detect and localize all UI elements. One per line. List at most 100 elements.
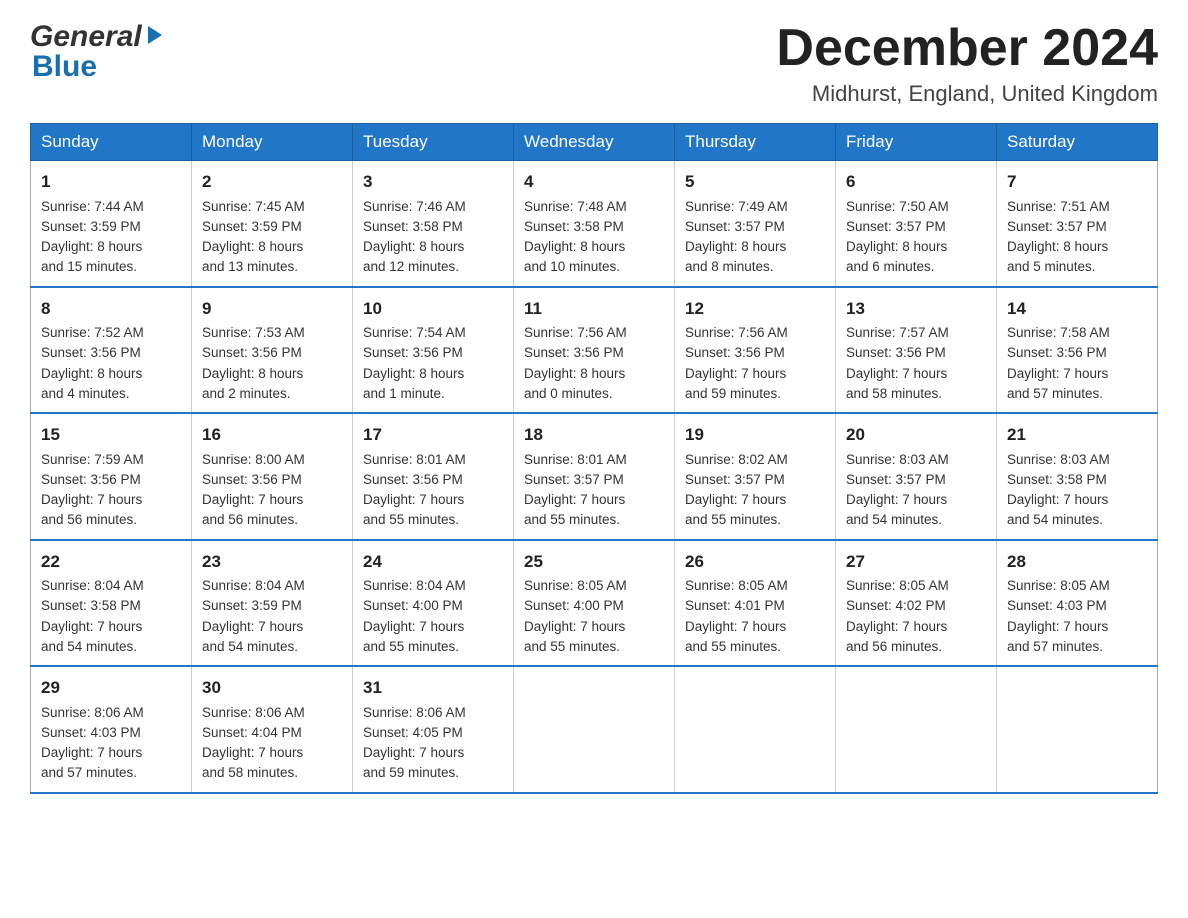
day-info: Sunrise: 7:48 AM Sunset: 3:58 PM Dayligh… bbox=[524, 197, 664, 278]
day-number: 17 bbox=[363, 422, 503, 448]
sunset-text: Sunset: 4:00 PM bbox=[363, 598, 463, 613]
calendar-cell: 18 Sunrise: 8:01 AM Sunset: 3:57 PM Dayl… bbox=[514, 413, 675, 540]
calendar-week-row: 29 Sunrise: 8:06 AM Sunset: 4:03 PM Dayl… bbox=[31, 666, 1158, 793]
day-number: 26 bbox=[685, 549, 825, 575]
sunrise-text: Sunrise: 7:44 AM bbox=[41, 199, 144, 214]
calendar-cell: 15 Sunrise: 7:59 AM Sunset: 3:56 PM Dayl… bbox=[31, 413, 192, 540]
day-number: 16 bbox=[202, 422, 342, 448]
calendar-week-row: 22 Sunrise: 8:04 AM Sunset: 3:58 PM Dayl… bbox=[31, 540, 1158, 667]
calendar-cell: 7 Sunrise: 7:51 AM Sunset: 3:57 PM Dayli… bbox=[997, 161, 1158, 287]
calendar-cell: 8 Sunrise: 7:52 AM Sunset: 3:56 PM Dayli… bbox=[31, 287, 192, 414]
sunset-text: Sunset: 3:58 PM bbox=[1007, 472, 1107, 487]
calendar-cell: 24 Sunrise: 8:04 AM Sunset: 4:00 PM Dayl… bbox=[353, 540, 514, 667]
sunrise-text: Sunrise: 8:05 AM bbox=[846, 578, 949, 593]
daylight-text: Daylight: 7 hoursand 56 minutes. bbox=[846, 619, 947, 654]
day-number: 4 bbox=[524, 169, 664, 195]
day-number: 6 bbox=[846, 169, 986, 195]
sunrise-text: Sunrise: 8:05 AM bbox=[685, 578, 788, 593]
sunset-text: Sunset: 3:57 PM bbox=[524, 472, 624, 487]
day-info: Sunrise: 7:49 AM Sunset: 3:57 PM Dayligh… bbox=[685, 197, 825, 278]
day-info: Sunrise: 8:05 AM Sunset: 4:01 PM Dayligh… bbox=[685, 576, 825, 657]
sunrise-text: Sunrise: 8:01 AM bbox=[524, 452, 627, 467]
sunset-text: Sunset: 3:58 PM bbox=[524, 219, 624, 234]
calendar-cell bbox=[997, 666, 1158, 793]
daylight-text: Daylight: 7 hoursand 59 minutes. bbox=[685, 366, 786, 401]
sunrise-text: Sunrise: 8:06 AM bbox=[41, 705, 144, 720]
daylight-text: Daylight: 8 hoursand 15 minutes. bbox=[41, 239, 142, 274]
day-info: Sunrise: 8:04 AM Sunset: 3:58 PM Dayligh… bbox=[41, 576, 181, 657]
sunrise-text: Sunrise: 7:52 AM bbox=[41, 325, 144, 340]
day-info: Sunrise: 8:06 AM Sunset: 4:03 PM Dayligh… bbox=[41, 703, 181, 784]
day-number: 28 bbox=[1007, 549, 1147, 575]
sunset-text: Sunset: 4:01 PM bbox=[685, 598, 785, 613]
day-info: Sunrise: 8:01 AM Sunset: 3:57 PM Dayligh… bbox=[524, 450, 664, 531]
day-info: Sunrise: 7:44 AM Sunset: 3:59 PM Dayligh… bbox=[41, 197, 181, 278]
day-info: Sunrise: 8:06 AM Sunset: 4:05 PM Dayligh… bbox=[363, 703, 503, 784]
day-info: Sunrise: 8:06 AM Sunset: 4:04 PM Dayligh… bbox=[202, 703, 342, 784]
day-info: Sunrise: 7:56 AM Sunset: 3:56 PM Dayligh… bbox=[685, 323, 825, 404]
daylight-text: Daylight: 7 hoursand 56 minutes. bbox=[202, 492, 303, 527]
daylight-text: Daylight: 8 hoursand 2 minutes. bbox=[202, 366, 303, 401]
day-header-row: Sunday Monday Tuesday Wednesday Thursday… bbox=[31, 124, 1158, 161]
sunset-text: Sunset: 3:56 PM bbox=[202, 345, 302, 360]
sunrise-text: Sunrise: 8:04 AM bbox=[41, 578, 144, 593]
day-number: 24 bbox=[363, 549, 503, 575]
calendar-cell: 4 Sunrise: 7:48 AM Sunset: 3:58 PM Dayli… bbox=[514, 161, 675, 287]
header-wednesday: Wednesday bbox=[514, 124, 675, 161]
day-number: 10 bbox=[363, 296, 503, 322]
day-info: Sunrise: 8:01 AM Sunset: 3:56 PM Dayligh… bbox=[363, 450, 503, 531]
page-header: General Blue December 2024 Midhurst, Eng… bbox=[30, 20, 1158, 107]
calendar-cell: 28 Sunrise: 8:05 AM Sunset: 4:03 PM Dayl… bbox=[997, 540, 1158, 667]
day-number: 22 bbox=[41, 549, 181, 575]
daylight-text: Daylight: 8 hoursand 1 minute. bbox=[363, 366, 464, 401]
sunset-text: Sunset: 3:56 PM bbox=[685, 345, 785, 360]
calendar-cell: 20 Sunrise: 8:03 AM Sunset: 3:57 PM Dayl… bbox=[836, 413, 997, 540]
sunrise-text: Sunrise: 8:02 AM bbox=[685, 452, 788, 467]
sunrise-text: Sunrise: 7:54 AM bbox=[363, 325, 466, 340]
sunrise-text: Sunrise: 7:50 AM bbox=[846, 199, 949, 214]
sunset-text: Sunset: 3:58 PM bbox=[363, 219, 463, 234]
header-sunday: Sunday bbox=[31, 124, 192, 161]
logo-arrow-icon bbox=[144, 24, 166, 46]
day-number: 23 bbox=[202, 549, 342, 575]
sunset-text: Sunset: 3:56 PM bbox=[846, 345, 946, 360]
sunset-text: Sunset: 3:59 PM bbox=[41, 219, 141, 234]
calendar-cell bbox=[675, 666, 836, 793]
header-monday: Monday bbox=[192, 124, 353, 161]
calendar-cell: 21 Sunrise: 8:03 AM Sunset: 3:58 PM Dayl… bbox=[997, 413, 1158, 540]
sunrise-text: Sunrise: 8:03 AM bbox=[846, 452, 949, 467]
sunset-text: Sunset: 3:57 PM bbox=[685, 219, 785, 234]
day-number: 20 bbox=[846, 422, 986, 448]
day-number: 27 bbox=[846, 549, 986, 575]
sunrise-text: Sunrise: 8:01 AM bbox=[363, 452, 466, 467]
day-info: Sunrise: 7:50 AM Sunset: 3:57 PM Dayligh… bbox=[846, 197, 986, 278]
sunset-text: Sunset: 3:57 PM bbox=[846, 472, 946, 487]
calendar-cell: 1 Sunrise: 7:44 AM Sunset: 3:59 PM Dayli… bbox=[31, 161, 192, 287]
daylight-text: Daylight: 7 hoursand 54 minutes. bbox=[1007, 492, 1108, 527]
calendar-cell: 23 Sunrise: 8:04 AM Sunset: 3:59 PM Dayl… bbox=[192, 540, 353, 667]
calendar-cell: 25 Sunrise: 8:05 AM Sunset: 4:00 PM Dayl… bbox=[514, 540, 675, 667]
header-thursday: Thursday bbox=[675, 124, 836, 161]
day-number: 31 bbox=[363, 675, 503, 701]
day-info: Sunrise: 7:45 AM Sunset: 3:59 PM Dayligh… bbox=[202, 197, 342, 278]
calendar-cell: 10 Sunrise: 7:54 AM Sunset: 3:56 PM Dayl… bbox=[353, 287, 514, 414]
sunrise-text: Sunrise: 7:45 AM bbox=[202, 199, 305, 214]
day-number: 1 bbox=[41, 169, 181, 195]
day-info: Sunrise: 7:46 AM Sunset: 3:58 PM Dayligh… bbox=[363, 197, 503, 278]
calendar-cell: 14 Sunrise: 7:58 AM Sunset: 3:56 PM Dayl… bbox=[997, 287, 1158, 414]
daylight-text: Daylight: 7 hoursand 57 minutes. bbox=[1007, 619, 1108, 654]
daylight-text: Daylight: 7 hoursand 59 minutes. bbox=[363, 745, 464, 780]
sunset-text: Sunset: 3:59 PM bbox=[202, 219, 302, 234]
day-number: 3 bbox=[363, 169, 503, 195]
calendar-cell: 3 Sunrise: 7:46 AM Sunset: 3:58 PM Dayli… bbox=[353, 161, 514, 287]
title-block: December 2024 Midhurst, England, United … bbox=[776, 20, 1158, 107]
day-info: Sunrise: 7:59 AM Sunset: 3:56 PM Dayligh… bbox=[41, 450, 181, 531]
day-info: Sunrise: 7:54 AM Sunset: 3:56 PM Dayligh… bbox=[363, 323, 503, 404]
calendar-cell: 27 Sunrise: 8:05 AM Sunset: 4:02 PM Dayl… bbox=[836, 540, 997, 667]
daylight-text: Daylight: 7 hoursand 55 minutes. bbox=[685, 492, 786, 527]
daylight-text: Daylight: 8 hoursand 4 minutes. bbox=[41, 366, 142, 401]
daylight-text: Daylight: 8 hoursand 5 minutes. bbox=[1007, 239, 1108, 274]
sunrise-text: Sunrise: 7:56 AM bbox=[685, 325, 788, 340]
day-info: Sunrise: 8:03 AM Sunset: 3:58 PM Dayligh… bbox=[1007, 450, 1147, 531]
day-info: Sunrise: 8:03 AM Sunset: 3:57 PM Dayligh… bbox=[846, 450, 986, 531]
